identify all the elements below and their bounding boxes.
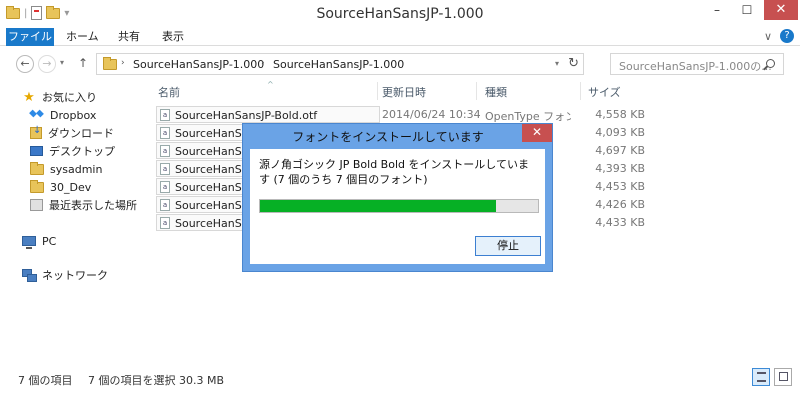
breadcrumb-separator[interactable]: ›: [261, 58, 265, 68]
file-type: OpenType フォン...: [485, 110, 571, 123]
address-dropdown-icon[interactable]: ▾: [555, 59, 559, 68]
nav-item-desktop[interactable]: デスクトップ: [30, 142, 115, 160]
tab-file[interactable]: ファイル: [6, 28, 54, 46]
status-bar: 7 個の項目 7 個の項目を選択 30.3 MB: [0, 362, 800, 394]
stop-button[interactable]: 停止: [475, 236, 541, 256]
window-title: SourceHanSansJP-1.000: [316, 6, 484, 22]
nav-item-sysadmin[interactable]: sysadmin: [30, 160, 102, 178]
nav-item-label: ダウンロード: [48, 127, 114, 140]
navigation-pane: ★ お気に入り Dropbox ダウンロード デスクトップ sysadmin 3…: [0, 82, 150, 362]
progress-fill: [260, 200, 497, 212]
dialog-close-button[interactable]: ✕: [522, 124, 552, 142]
tab-share[interactable]: 共有: [118, 28, 140, 46]
file-name: SourceHanSansJP-Bold.otf: [175, 109, 318, 122]
search-icon[interactable]: [766, 59, 775, 68]
nav-item-network[interactable]: ネットワーク: [22, 266, 108, 284]
selection-info: 7 個の項目を選択 30.3 MB: [88, 374, 225, 387]
file-size: 4,433 KB: [595, 216, 645, 229]
breadcrumb-item[interactable]: SourceHanSansJP-1.000: [133, 58, 264, 71]
nav-item-label: 30_Dev: [50, 180, 92, 194]
file-size: 4,093 KB: [595, 126, 645, 139]
pc-icon: [22, 236, 36, 249]
nav-item-downloads[interactable]: ダウンロード: [30, 124, 114, 142]
folder-icon: [30, 179, 44, 193]
up-button[interactable]: ↑: [78, 56, 88, 70]
file-size: 4,426 KB: [595, 198, 645, 211]
file-name-cell[interactable]: a SourceHanSansJP-Bold.otf: [156, 106, 380, 123]
recent-locations-icon[interactable]: ▾: [60, 58, 64, 67]
nav-item-label: sysadmin: [50, 162, 103, 176]
breadcrumb-separator[interactable]: ›: [121, 58, 125, 68]
nav-item-pc[interactable]: PC: [22, 232, 56, 250]
address-bar[interactable]: › SourceHanSansJP-1.000 › SourceHanSansJ…: [96, 53, 584, 75]
font-file-icon: a: [160, 217, 170, 229]
column-divider[interactable]: [580, 82, 581, 100]
tab-view[interactable]: 表示: [162, 28, 184, 46]
font-file-icon: a: [160, 181, 170, 193]
file-date: 2014/06/24 10:34: [382, 108, 481, 121]
font-install-dialog: フォントをインストールしています ✕ 源ノ角ゴシック JP Bold Bold …: [242, 123, 553, 272]
nav-item-label: デスクトップ: [49, 145, 115, 158]
details-view-button[interactable]: [752, 368, 770, 386]
sort-ascending-icon: ^: [267, 80, 274, 89]
large-icons-view-icon: [779, 372, 788, 381]
search-input[interactable]: SourceHanSansJP-1.000の...: [610, 53, 784, 75]
help-icon[interactable]: ?: [780, 29, 794, 43]
dialog-title: フォントをインストールしています: [292, 130, 484, 144]
refresh-icon[interactable]: ↻: [568, 56, 579, 71]
column-header-name[interactable]: 名前 ^: [158, 80, 274, 100]
address-toolbar: ← → ▾ ↑ › SourceHanSansJP-1.000 › Source…: [0, 47, 800, 81]
nav-item-label: PC: [42, 234, 57, 248]
back-button[interactable]: ←: [16, 55, 34, 73]
forward-button[interactable]: →: [38, 55, 56, 73]
maximize-button[interactable]: ☐: [734, 0, 760, 20]
nav-item-dropbox[interactable]: Dropbox: [30, 106, 96, 124]
folder-icon: [30, 161, 44, 175]
font-file-icon: a: [160, 163, 170, 175]
dialog-body: 源ノ角ゴシック JP Bold Bold をインストールしています (7 個のう…: [250, 149, 545, 264]
details-view-icon: [757, 372, 766, 382]
star-icon: ★: [23, 89, 35, 105]
install-progress-bar: [259, 199, 539, 213]
search-placeholder: SourceHanSansJP-1.000の...: [619, 60, 772, 73]
close-button[interactable]: ✕: [764, 0, 798, 20]
column-header-size[interactable]: サイズ: [588, 84, 621, 100]
tab-home[interactable]: ホーム: [66, 28, 99, 46]
column-header-label: 名前: [158, 86, 180, 99]
ribbon: ファイル ホーム 共有 表示 ∨ ?: [0, 28, 800, 46]
nav-item-label: お気に入り: [42, 91, 97, 104]
font-file-icon: a: [160, 127, 170, 139]
large-icons-view-button[interactable]: [774, 368, 792, 386]
font-file-icon: a: [160, 199, 170, 211]
file-size: 4,697 KB: [595, 144, 645, 157]
desktop-icon: [30, 146, 43, 156]
file-size: 4,453 KB: [595, 180, 645, 193]
file-size: 4,393 KB: [595, 162, 645, 175]
downloads-icon: [30, 125, 42, 139]
font-file-icon: a: [160, 109, 170, 121]
nav-item-label: ネットワーク: [42, 269, 108, 282]
network-icon: [22, 269, 37, 282]
nav-item-30-dev[interactable]: 30_Dev: [30, 178, 91, 196]
column-divider[interactable]: [476, 82, 477, 100]
item-count: 7 個の項目: [18, 374, 73, 387]
column-header-type[interactable]: 種類: [485, 84, 507, 100]
nav-item-label: 最近表示した場所: [49, 199, 137, 212]
nav-favorites[interactable]: ★ お気に入り: [22, 88, 97, 106]
nav-item-label: Dropbox: [50, 108, 97, 122]
title-bar: | ▾ SourceHanSansJP-1.000 – ☐ ✕: [0, 0, 800, 28]
minimize-button[interactable]: –: [704, 0, 730, 20]
column-divider[interactable]: [377, 82, 378, 100]
font-file-icon: a: [160, 145, 170, 157]
nav-item-recent-places[interactable]: 最近表示した場所: [30, 196, 137, 214]
recent-places-icon: [30, 199, 43, 211]
file-size: 4,558 KB: [595, 108, 645, 121]
column-header-date[interactable]: 更新日時: [382, 84, 426, 100]
table-row[interactable]: a SourceHanSansJP-Bold.otf 2014/06/24 10…: [156, 106, 648, 123]
install-message: 源ノ角ゴシック JP Bold Bold をインストールしています (7 個のう…: [259, 158, 529, 186]
breadcrumb-item[interactable]: SourceHanSansJP-1.000: [273, 58, 404, 71]
ribbon-expand-icon[interactable]: ∨: [764, 30, 772, 43]
folder-icon: [103, 57, 117, 70]
dropbox-icon: [30, 109, 44, 121]
